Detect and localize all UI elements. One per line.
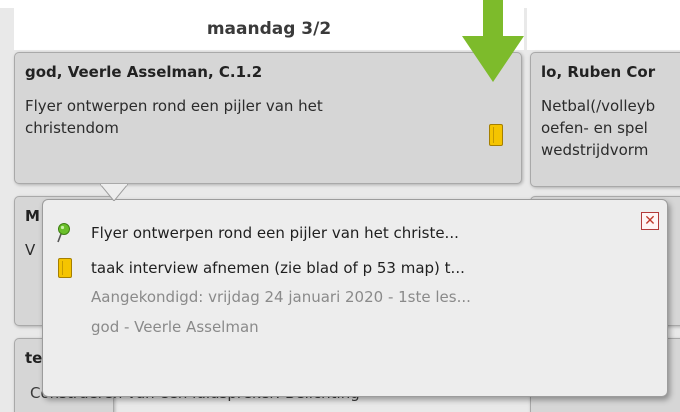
lesson-line: wedstrijdvorm [541,141,649,159]
pin-icon [57,223,70,243]
day-header: maandag 3/2 [14,8,524,50]
lesson-card-title: lo, Ruben Cor [541,63,656,81]
green-arrow-head [462,36,524,82]
green-arrow-icon [483,0,503,38]
book-icon [58,258,72,278]
popup-item-task[interactable]: taak interview afnemen (zie blad of p 53… [55,258,465,278]
lesson-line: Netbal(/volleyb [541,97,656,115]
popup-item-text: Flyer ontwerpen rond een pijler van het … [91,224,459,242]
popup-teacher-text: god - Veerle Asselman [91,318,259,336]
popup-pointer [100,184,128,201]
next-day-header [527,8,680,50]
lesson-card-god[interactable]: god, Veerle Asselman, C.1.2 Flyer ontwer… [14,52,522,184]
lesson-line: christendom [25,119,119,137]
close-icon[interactable]: ✕ [641,212,659,230]
lesson-popup: ✕ Flyer ontwerpen rond een pijler van he… [42,199,668,397]
lesson-card-lo[interactable]: lo, Ruben Cor Netbal(/volleyb oefen- en … [530,52,680,187]
popup-announced-text: Aangekondigd: vrijdag 24 januari 2020 - … [91,288,471,306]
lesson-line: Flyer ontwerpen rond een pijler van het [25,97,323,115]
lesson-card-title: god, Veerle Asselman, C.1.2 [25,63,263,81]
lesson-card-description: Flyer ontwerpen rond een pijler van het … [15,87,521,139]
popup-item-lesson[interactable]: Flyer ontwerpen rond een pijler van het … [55,222,459,244]
popup-item-text: taak interview afnemen (zie blad of p 53… [91,259,465,277]
lesson-line: oefen- en spel [541,119,648,137]
task-book-icon[interactable] [489,124,503,146]
lesson-card-description: Netbal(/volleyb oefen- en spel wedstrijd… [531,87,680,161]
top-strip [0,0,680,8]
